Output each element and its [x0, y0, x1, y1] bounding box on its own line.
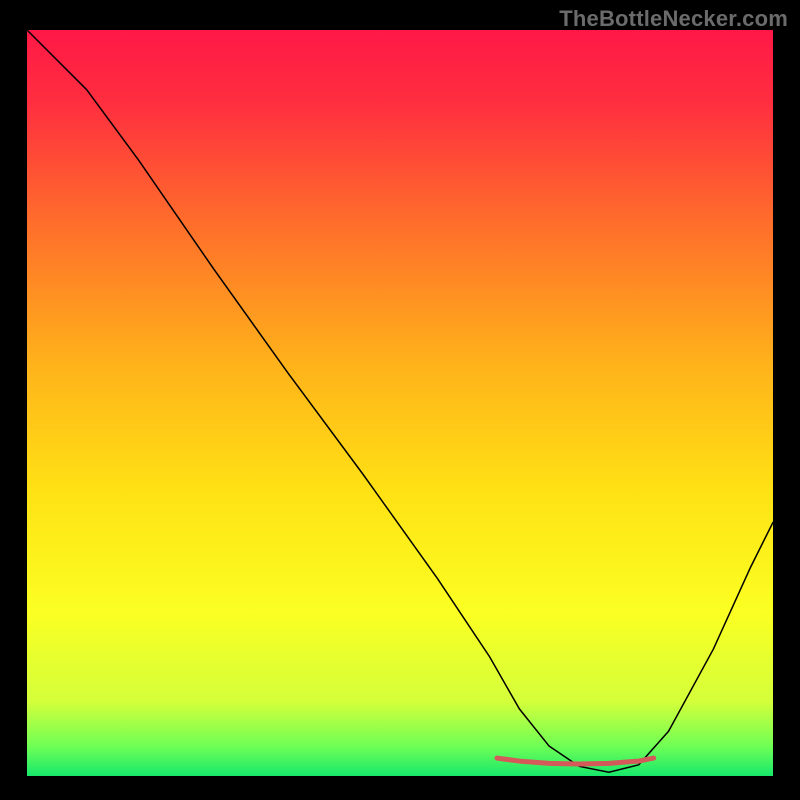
gradient-background: [27, 30, 773, 776]
watermark-text: TheBottleNecker.com: [559, 6, 788, 32]
plot-area: [27, 30, 773, 776]
chart-frame: TheBottleNecker.com: [0, 0, 800, 800]
chart-svg: [27, 30, 773, 776]
